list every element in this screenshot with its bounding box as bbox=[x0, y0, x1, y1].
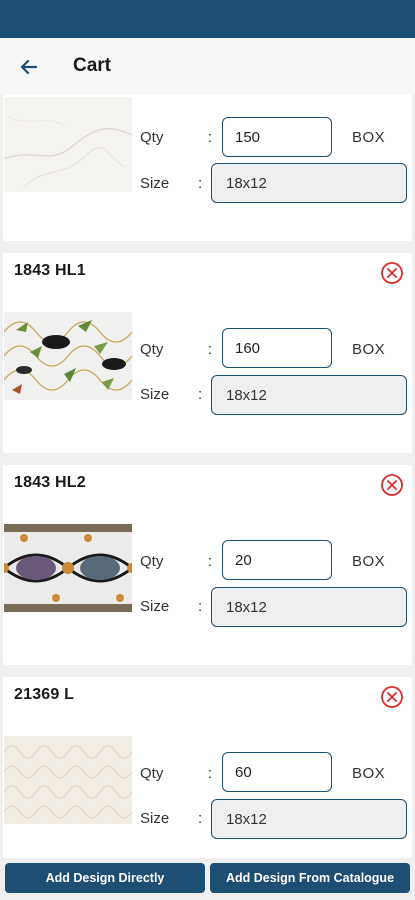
remove-icon[interactable] bbox=[380, 473, 404, 497]
size-field: 18x12 bbox=[211, 799, 407, 839]
size-colon: : bbox=[198, 175, 203, 192]
size-field: 18x12 bbox=[211, 163, 407, 203]
unit-label: BOX bbox=[352, 129, 386, 146]
unit-label: BOX bbox=[352, 341, 386, 358]
item-name: 1843 HL1 bbox=[14, 262, 86, 279]
qty-label: Qty bbox=[140, 129, 164, 146]
cart-item-card: Qty : BOX Size : 18x12 bbox=[3, 94, 412, 241]
qty-colon: : bbox=[208, 341, 213, 358]
cart-item-card: 21369 L Qty : BOX Size : 18x12 bbox=[3, 677, 412, 858]
qty-input[interactable] bbox=[222, 328, 332, 368]
size-label: Size bbox=[140, 386, 170, 403]
size-label: Size bbox=[140, 810, 170, 827]
qty-label: Qty bbox=[140, 765, 164, 782]
qty-label: Qty bbox=[140, 553, 164, 570]
qty-colon: : bbox=[208, 129, 213, 146]
tile-thumbnail bbox=[4, 312, 132, 400]
back-button[interactable] bbox=[14, 52, 44, 82]
arrow-left-icon bbox=[20, 59, 38, 75]
qty-input[interactable] bbox=[222, 540, 332, 580]
tile-thumbnail bbox=[4, 524, 132, 612]
bottom-action-bar: Add Design Directly Add Design From Cata… bbox=[0, 858, 415, 900]
size-field: 18x12 bbox=[211, 375, 407, 415]
remove-icon[interactable] bbox=[380, 685, 404, 709]
tile-thumbnail bbox=[4, 736, 132, 824]
qty-colon: : bbox=[208, 553, 213, 570]
remove-icon[interactable] bbox=[380, 261, 404, 285]
cart-item-card: 1843 HL2 Qty : BOX Size : 18x12 bbox=[3, 465, 412, 665]
status-bar bbox=[0, 0, 415, 38]
item-name: 1843 HL2 bbox=[14, 474, 86, 491]
size-label: Size bbox=[140, 175, 170, 192]
qty-input[interactable] bbox=[222, 117, 332, 157]
size-colon: : bbox=[198, 598, 203, 615]
app-bar: Cart bbox=[0, 38, 415, 94]
size-colon: : bbox=[198, 810, 203, 827]
cart-item-card: 1843 HL1 Qty : BOX Size : 18x12 bbox=[3, 253, 412, 453]
qty-input[interactable] bbox=[222, 752, 332, 792]
unit-label: BOX bbox=[352, 765, 386, 782]
add-design-from-catalogue-button[interactable]: Add Design From Catalogue bbox=[210, 863, 410, 893]
size-colon: : bbox=[198, 386, 203, 403]
item-name: 21369 L bbox=[14, 686, 75, 703]
add-design-directly-button[interactable]: Add Design Directly bbox=[5, 863, 205, 893]
tile-thumbnail bbox=[4, 97, 132, 192]
size-field: 18x12 bbox=[211, 587, 407, 627]
qty-label: Qty bbox=[140, 341, 164, 358]
size-label: Size bbox=[140, 598, 170, 615]
page-title: Cart bbox=[73, 55, 112, 76]
qty-colon: : bbox=[208, 765, 213, 782]
unit-label: BOX bbox=[352, 553, 386, 570]
